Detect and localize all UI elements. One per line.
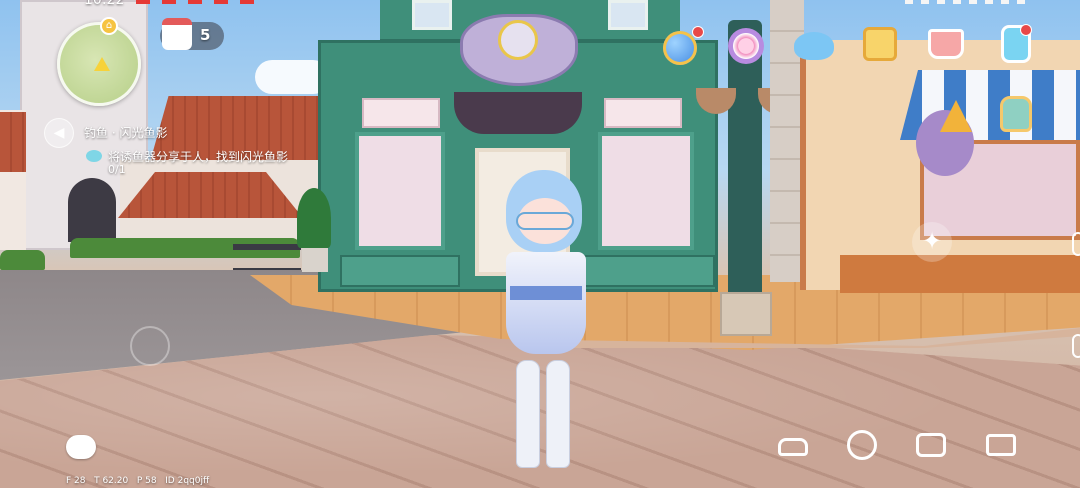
debug-p: P 58	[136, 476, 157, 486]
shop-base-left	[340, 255, 460, 287]
chat-icon[interactable]	[64, 430, 98, 464]
smile-icon[interactable]	[845, 428, 879, 462]
joystick-area[interactable]	[130, 326, 170, 366]
shop-sign-right	[604, 98, 682, 128]
quest-description[interactable]: 将诱鱼器分享于人，找到闪光鱼影	[108, 148, 288, 165]
calendar-icon	[162, 18, 192, 50]
quest-collapse-button[interactable]: ◀	[44, 118, 74, 148]
debug-id: ID 2qq0jff	[165, 476, 210, 486]
quest-title[interactable]: 钓鱼 · 闪光鱼影	[84, 124, 167, 141]
character-boot-right	[546, 360, 570, 468]
fish-icon	[86, 150, 102, 162]
mail-count: 5	[200, 26, 211, 44]
status-time: 10:22	[84, 0, 125, 8]
quest-progress: 0/1	[108, 163, 126, 176]
whale-icon[interactable]	[794, 26, 834, 66]
home-icon: ⌂	[100, 17, 118, 35]
upper-window-1	[412, 0, 452, 30]
debug-fps: F 28	[66, 476, 86, 486]
car-icon[interactable]	[776, 430, 810, 464]
side-panel-handle[interactable]	[1072, 232, 1080, 256]
status-battery-icon	[905, 0, 1025, 4]
tower-arch-window	[68, 178, 116, 242]
debug-info: F 28 T 62.20 P 58 ID 2qq0jff	[66, 476, 209, 486]
side-panel-handle-lower[interactable]	[1072, 334, 1080, 358]
lamp-base	[720, 292, 772, 336]
hedge-small	[0, 250, 45, 270]
shop-awning	[454, 92, 582, 134]
button-emblem	[498, 20, 538, 60]
topiary-tree	[297, 188, 331, 248]
upper-window-2	[608, 0, 648, 30]
shop-sign-left	[362, 98, 440, 128]
emote-dance-icon[interactable]: ✦	[912, 222, 952, 262]
toolbox-icon[interactable]	[984, 428, 1018, 462]
player-character[interactable]	[484, 170, 604, 470]
party-hat-icon[interactable]	[936, 96, 976, 136]
minimap[interactable]: ⌂	[57, 17, 141, 106]
character-sash	[510, 286, 582, 300]
status-notification-icons	[136, 0, 256, 4]
phone-notification-badge	[1020, 24, 1032, 36]
park-bench	[233, 244, 301, 272]
gift-box-icon[interactable]	[860, 24, 900, 64]
debug-t: T 62.20	[94, 476, 129, 486]
candy-icon[interactable]	[726, 26, 766, 66]
character-boot-left	[516, 360, 540, 468]
planet-notification-badge	[692, 26, 704, 38]
camera-icon[interactable]	[914, 428, 948, 462]
left-roof	[0, 112, 26, 172]
shop-window-left	[355, 132, 445, 250]
game-scene: 10:22 ⌂ 5 ◀ 钓鱼 · 闪光鱼影 将诱鱼器分享于人，找到闪光鱼影 0/…	[0, 0, 1080, 488]
mail-button[interactable]: 5	[160, 18, 224, 50]
character-dress	[506, 252, 586, 354]
right-deck-base	[840, 255, 1080, 293]
player-marker-icon	[94, 57, 110, 71]
shop-basket-icon[interactable]	[926, 24, 966, 64]
character-glasses	[516, 212, 574, 230]
shop-window-right	[598, 132, 694, 250]
planter	[302, 248, 328, 272]
backpack-icon[interactable]	[996, 94, 1036, 134]
